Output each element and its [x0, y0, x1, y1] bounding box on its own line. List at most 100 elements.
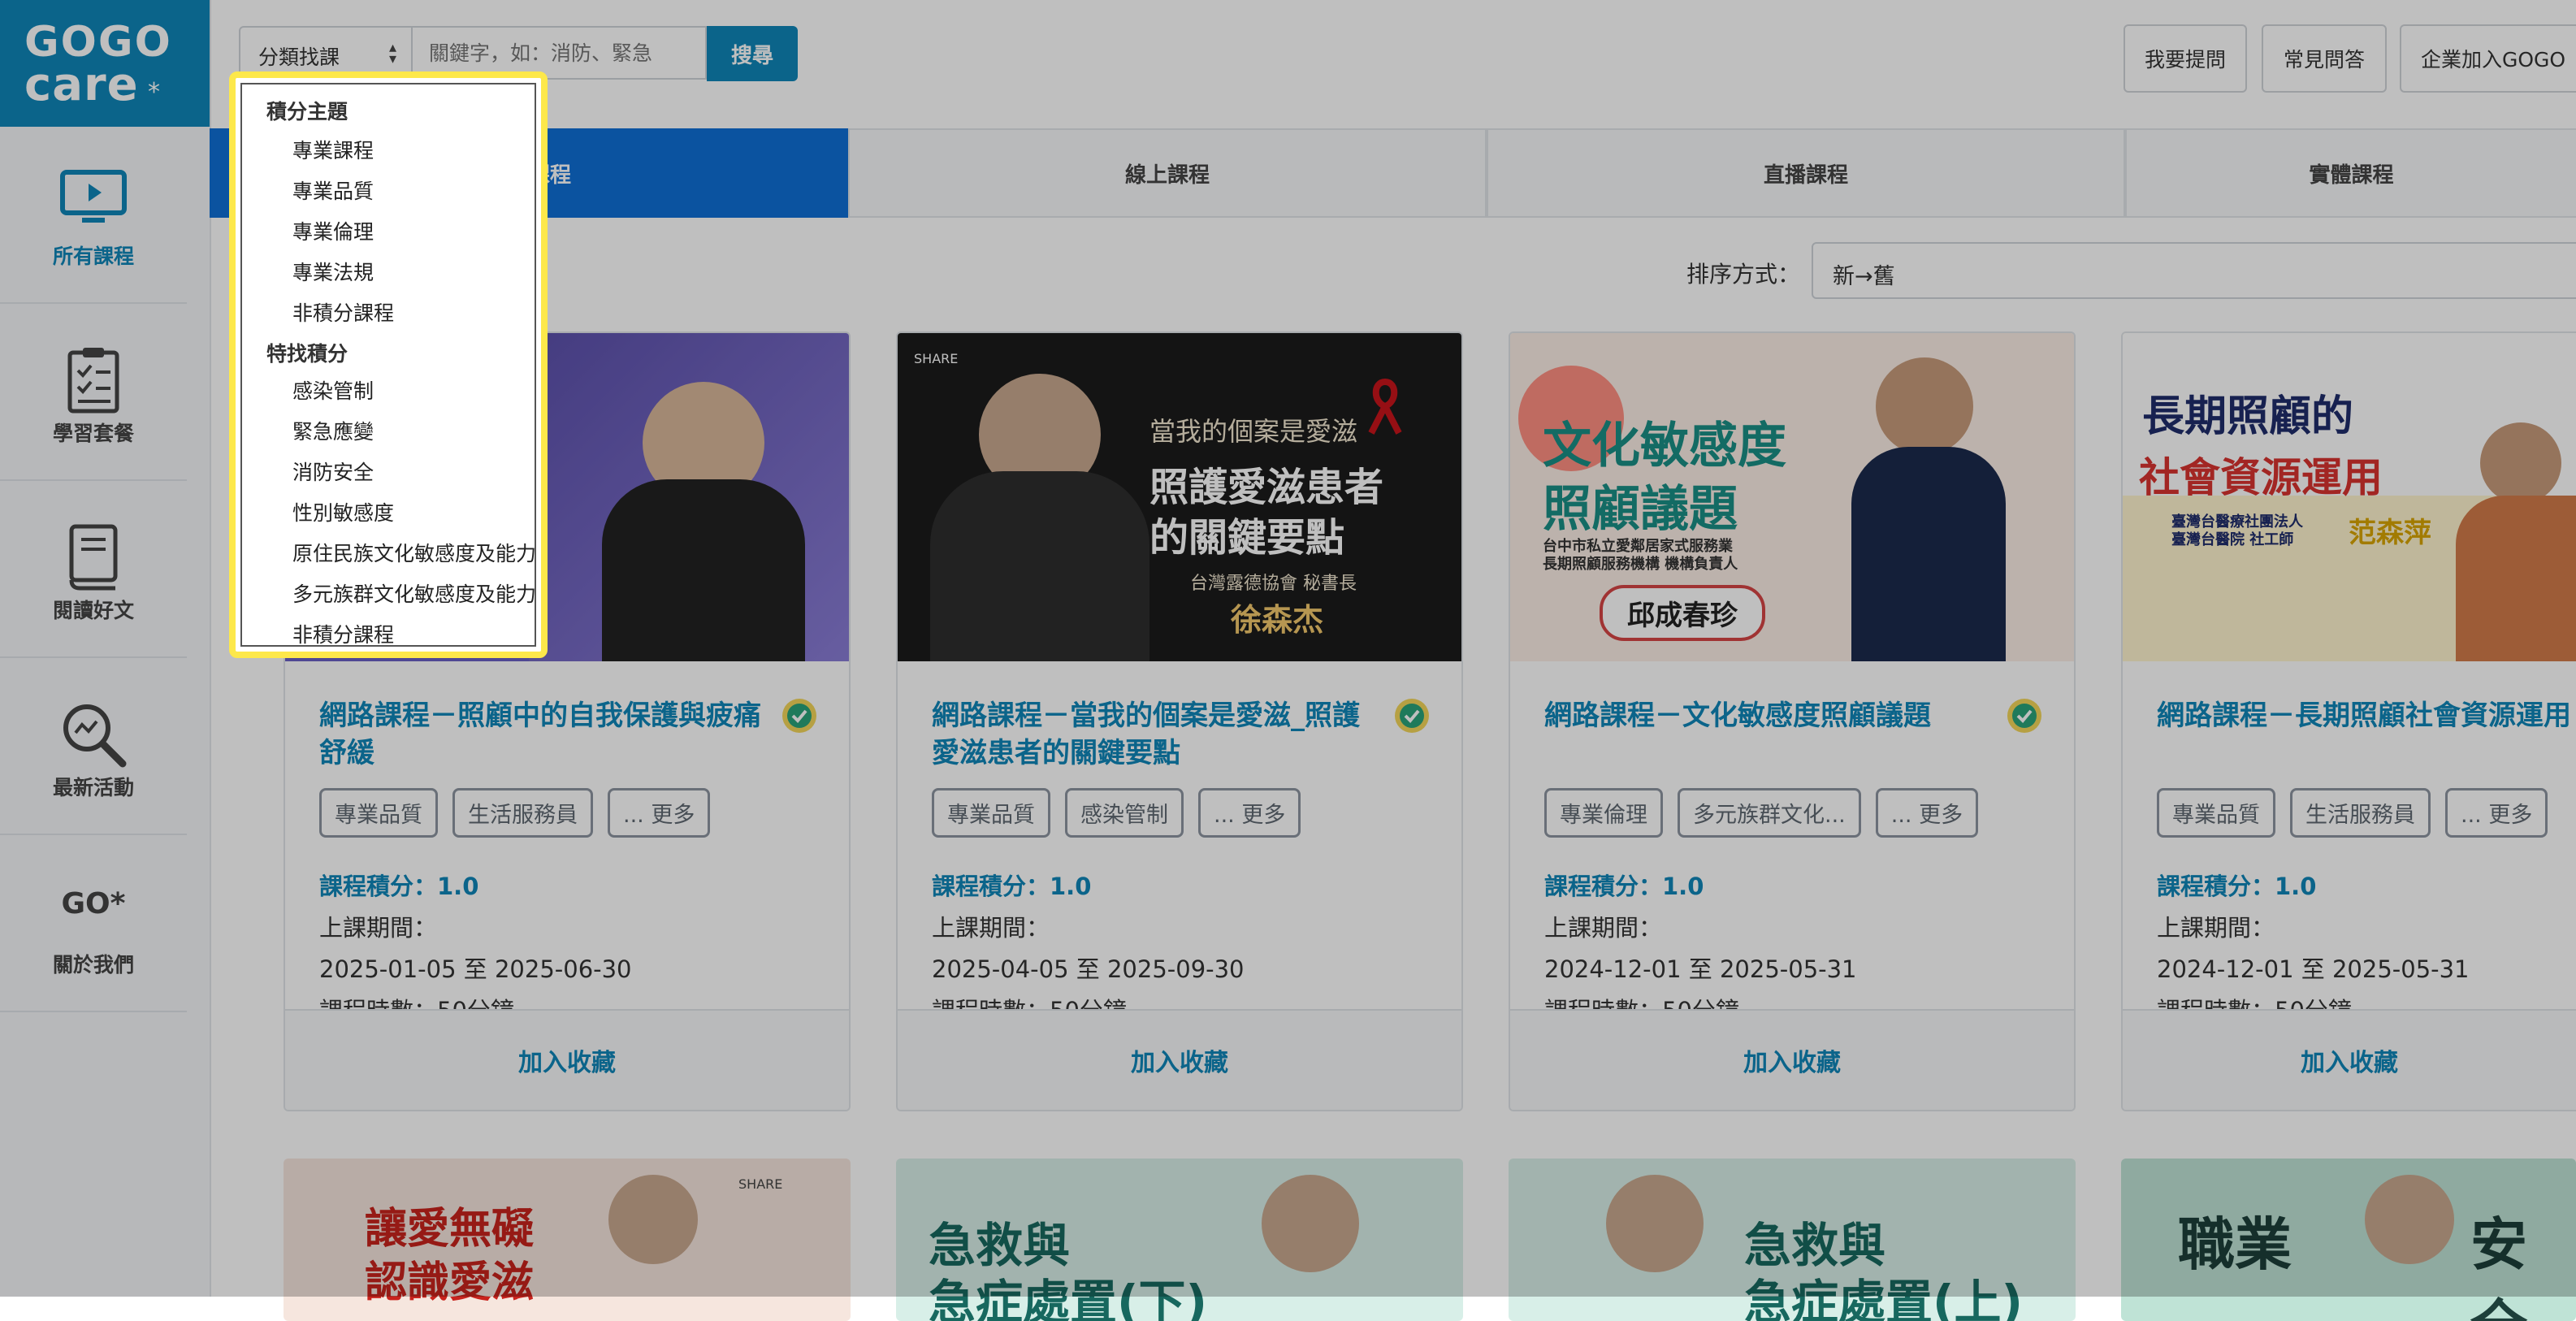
sidebar-item-label: 所有課程 [52, 245, 134, 268]
speaker-photo [602, 479, 805, 661]
more-tags-button[interactable]: ... 更多 [1198, 788, 1301, 838]
dropdown-option[interactable]: 專業法規 [292, 257, 374, 286]
thumb-text: 照護愛滋患者 [1149, 465, 1384, 510]
sidebar: GOGO care * 所有課程 學習套餐 閱讀好文 最新活動 GO* 關於我們 [0, 0, 211, 1297]
course-thumbnail[interactable]: SHARE 當我的個案是愛滋 照護愛滋患者 的關鍵要點 台灣露德協會 秘書長 徐… [898, 333, 1461, 661]
enterprise-join-button[interactable]: 企業加入GOGO [2400, 24, 2576, 93]
course-thumbnail[interactable]: 職業 安全 [2121, 1159, 2576, 1321]
sidebar-item-articles[interactable]: 閱讀好文 [0, 481, 187, 658]
sidebar-item-label: 關於我們 [52, 953, 134, 977]
category-select-value: 分類找課 [258, 45, 340, 69]
thumb-text: 徐森杰 [1231, 601, 1324, 638]
sidebar-item-about[interactable]: GO* 關於我們 [0, 835, 187, 1012]
thumb-text: 長期照顧服務機構 機構負責人 [1543, 556, 1738, 573]
thumb-text: SHARE [914, 351, 959, 366]
course-period-label: 上課期間： [1544, 914, 1663, 942]
search-button[interactable]: 搜尋 [707, 26, 798, 81]
sidebar-item-all-courses[interactable]: 所有課程 [0, 127, 187, 304]
course-period-label: 上課期間： [319, 914, 438, 942]
thumb-text: 安全 [2470, 1211, 2527, 1321]
thumb-text: 長期照顧的 [2142, 392, 2354, 441]
speaker-photo [2456, 496, 2576, 661]
dropdown-option[interactable]: 緊急應變 [292, 416, 374, 445]
speaker-photo [608, 1175, 698, 1264]
tab-online-courses[interactable]: 線上課程 [848, 128, 1487, 218]
brand-logo-mark: * [148, 78, 160, 106]
verified-badge-icon [2007, 699, 2041, 733]
monitor-icon [0, 169, 187, 234]
thumb-text: 臺灣台醫院 社工師 [2171, 531, 2294, 548]
add-favorite-button[interactable]: 加入收藏 [285, 1009, 849, 1110]
course-thumbnail[interactable]: 讓愛無礙 認識愛滋 SHARE [284, 1159, 851, 1321]
book-icon [0, 523, 187, 591]
brand-logo[interactable]: GOGO care * [0, 0, 210, 127]
course-tag[interactable]: 專業品質 [2157, 788, 2275, 838]
verified-badge-icon [1395, 699, 1429, 733]
course-title[interactable]: 網路課程－長期照顧社會資源運用 [2157, 697, 2576, 734]
course-tag[interactable]: 生活服務員 [2290, 788, 2431, 838]
course-period-label: 上課期間： [2157, 914, 2275, 942]
course-card[interactable]: 長期照顧的 社會資源運用 臺灣台醫療社團法人 臺灣台醫院 社工師 范森萍 網路課… [2121, 331, 2576, 1111]
thumb-text: 邱成春珍 [1600, 585, 1765, 641]
thumb-text: SHARE [738, 1176, 783, 1192]
brand-logo-line2: care [24, 58, 139, 111]
dropdown-option[interactable]: 非積分課程 [292, 297, 394, 327]
dropdown-option[interactable]: 消防安全 [292, 457, 374, 486]
course-title[interactable]: 網路課程－當我的個案是愛滋_照護愛滋患者的關鍵要點 [932, 697, 1387, 772]
course-tag[interactable]: 感染管制 [1065, 788, 1184, 838]
add-favorite-button[interactable]: 加入收藏 [898, 1009, 1461, 1110]
ask-question-button[interactable]: 我要提問 [2124, 24, 2247, 93]
speaker-photo [930, 471, 1149, 661]
tab-physical-courses[interactable]: 實體課程 [2125, 128, 2576, 218]
faq-button[interactable]: 常見問答 [2262, 24, 2387, 93]
thumb-text: 台灣露德協會 秘書長 [1190, 574, 1357, 594]
more-tags-button[interactable]: ... 更多 [608, 788, 711, 838]
course-tag[interactable]: 專業品質 [932, 788, 1050, 838]
dropdown-option[interactable]: 感染管制 [292, 375, 374, 405]
add-favorite-button[interactable]: 加入收藏 [1510, 1009, 2074, 1110]
course-period: 2025-04-05 至 2025-09-30 [932, 955, 1245, 983]
course-thumbnail[interactable]: 急救與 急症處置(上) [1509, 1159, 2076, 1321]
course-title[interactable]: 網路課程－照顧中的自我保護與疲痛舒緩 [319, 697, 774, 772]
course-card[interactable]: SHARE 當我的個案是愛滋 照護愛滋患者 的關鍵要點 台灣露德協會 秘書長 徐… [896, 331, 1463, 1111]
course-tag[interactable]: 生活服務員 [452, 788, 593, 838]
thumb-text: 范森萍 [2349, 517, 2431, 549]
sidebar-item-events[interactable]: 最新活動 [0, 658, 187, 835]
category-dropdown[interactable]: 積分主題 專業課程 專業品質 專業倫理 專業法規 非積分課程 特找積分 感染管制… [229, 71, 548, 658]
course-thumbnail[interactable]: 急救與 急症處置(下) [896, 1159, 1463, 1321]
course-tag[interactable]: 專業品質 [319, 788, 438, 838]
dropdown-group-label: 積分主題 [266, 100, 349, 123]
search-icon [0, 700, 187, 768]
dropdown-option[interactable]: 非積分課程 [292, 619, 394, 648]
speaker-photo [1262, 1175, 1359, 1272]
sort-select[interactable]: 新→舊 [1812, 242, 2576, 299]
course-tag[interactable]: 多元族群文化... [1678, 788, 1861, 838]
course-thumbnail[interactable]: 文化敏感度 照顧議題 台中市私立愛鄰居家式服務業 長期照顧服務機構 機構負責人 … [1510, 333, 2074, 661]
add-favorite-button[interactable]: 加入收藏 [2123, 1009, 2576, 1110]
more-tags-button[interactable]: ... 更多 [1875, 788, 1979, 838]
sidebar-item-packages[interactable]: 學習套餐 [0, 304, 187, 481]
thumb-text: 照顧議題 [1543, 481, 1738, 538]
course-card[interactable]: 文化敏感度 照顧議題 台中市私立愛鄰居家式服務業 長期照顧服務機構 機構負責人 … [1509, 331, 2076, 1111]
dropdown-option[interactable]: 多元族群文化敏感度及能力 [292, 578, 536, 608]
course-tag[interactable]: 專業倫理 [1544, 788, 1663, 838]
dropdown-option[interactable]: 專業倫理 [292, 216, 374, 245]
verified-badge-icon [782, 699, 816, 733]
speaker-photo [1851, 447, 2006, 661]
thumb-text: 職業 [2178, 1211, 2292, 1278]
dropdown-option[interactable]: 原住民族文化敏感度及能力 [292, 538, 536, 567]
speaker-photo [2365, 1175, 2454, 1264]
speaker-photo [1606, 1175, 1704, 1272]
course-thumbnail[interactable]: 長期照顧的 社會資源運用 臺灣台醫療社團法人 臺灣台醫院 社工師 范森萍 [2123, 333, 2576, 661]
course-credits: 課程積分：1.0 [1544, 873, 1704, 900]
dropdown-option[interactable]: 專業品質 [292, 175, 374, 205]
course-title[interactable]: 網路課程－文化敏感度照顧議題 [1544, 697, 1999, 734]
more-tags-button[interactable]: ... 更多 [2445, 788, 2548, 838]
tab-live-courses[interactable]: 直播課程 [1487, 128, 2125, 218]
dropdown-option[interactable]: 性別敏感度 [292, 497, 394, 526]
dropdown-option[interactable]: 專業課程 [292, 135, 374, 164]
thumb-text: 文化敏感度 [1543, 418, 1786, 474]
sort-select-value: 新→舊 [1833, 264, 1895, 289]
course-period: 2024-12-01 至 2025-05-31 [1544, 955, 1857, 983]
thumb-text: 急症處置(上) [1744, 1275, 2024, 1321]
